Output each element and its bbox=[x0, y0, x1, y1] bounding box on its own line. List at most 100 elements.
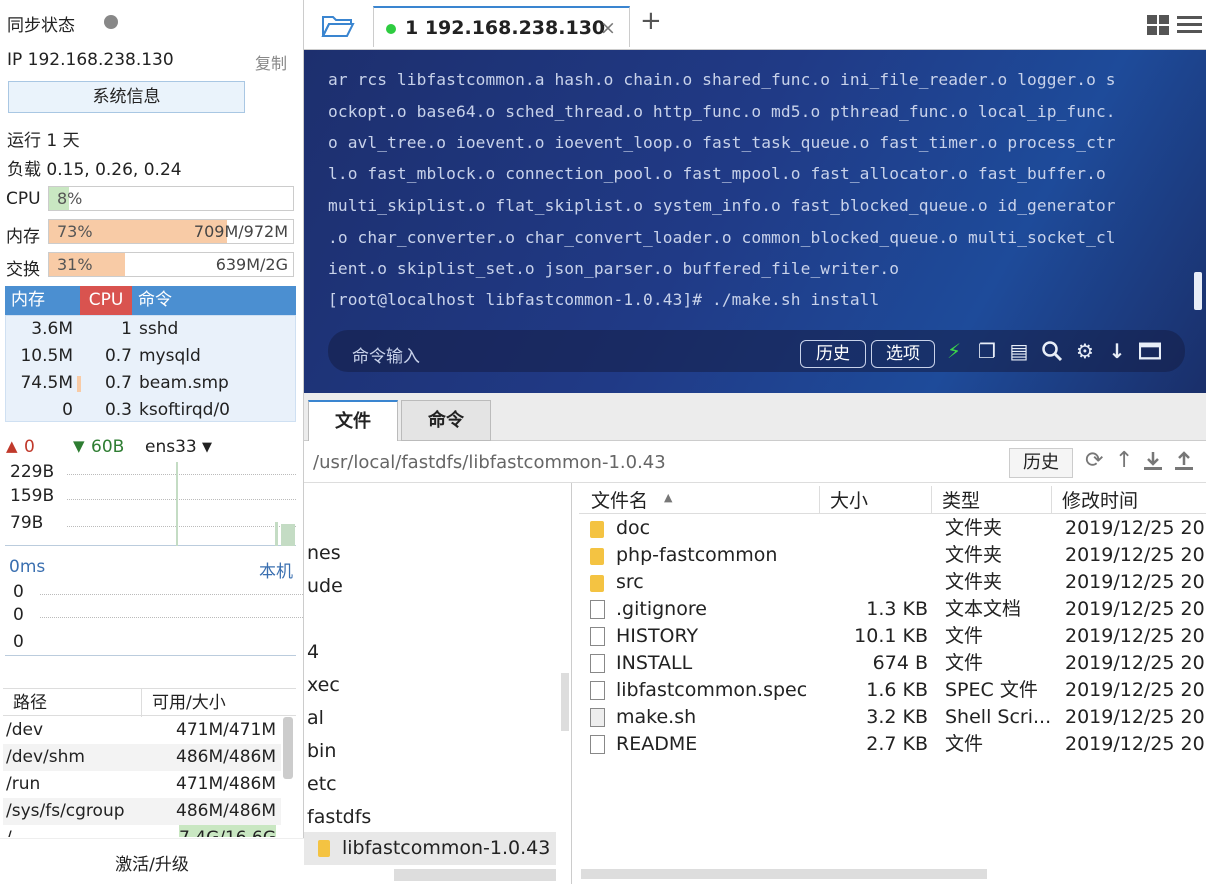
add-tab-button[interactable]: + bbox=[640, 6, 662, 36]
table-row[interactable]: /run 471M/486M bbox=[3, 771, 281, 798]
command-input-bar[interactable]: 命令输入 历史 选项 ⚡ ❐ ▤ ⚙ ↓ bbox=[328, 330, 1185, 372]
history-button[interactable]: 历史 bbox=[800, 340, 866, 368]
tree-item[interactable]: 4 bbox=[307, 641, 319, 663]
table-row[interactable]: 10.5M 0.7 mysqld bbox=[6, 343, 297, 370]
file-row[interactable]: INSTALL 674 B 文件 2019/12/25 20 bbox=[579, 650, 1206, 677]
file-row[interactable]: doc 文件夹 2019/12/25 20 bbox=[579, 515, 1206, 542]
disk-path: /dev bbox=[6, 720, 44, 740]
fullscreen-icon[interactable] bbox=[1139, 340, 1161, 362]
path-history-button[interactable]: 历史 bbox=[1009, 448, 1073, 478]
latency-scale: 0 bbox=[13, 632, 24, 652]
net-scale-label: 79B bbox=[10, 513, 44, 533]
file-name: libfastcommon.spec bbox=[616, 679, 808, 701]
options-button[interactable]: 选项 bbox=[871, 340, 935, 368]
activate-upgrade-button[interactable]: 激活/升级 bbox=[0, 838, 304, 884]
copy-icon[interactable]: ❐ bbox=[976, 340, 998, 362]
proc-header-cpu[interactable]: CPU bbox=[80, 286, 132, 315]
refresh-icon[interactable]: ⟳ bbox=[1085, 448, 1103, 473]
uptime: 运行 1 天 bbox=[7, 131, 80, 151]
file-row[interactable]: make.sh 3.2 KB Shell Scri... 2019/12/25 20 bbox=[579, 704, 1206, 731]
tree-item[interactable]: nes bbox=[307, 542, 341, 564]
network-interface-select[interactable]: ens33 bbox=[145, 437, 197, 457]
tree-item[interactable]: etc bbox=[307, 773, 337, 795]
file-type: 文件夹 bbox=[945, 571, 1003, 593]
file-row[interactable]: README 2.7 KB 文件 2019/12/25 20 bbox=[579, 731, 1206, 758]
arrow-up-icon: ▲ bbox=[6, 437, 18, 455]
tree-item[interactable]: xec bbox=[307, 674, 340, 696]
upload-icon[interactable] bbox=[1173, 450, 1195, 472]
memory-label: 内存 bbox=[6, 227, 40, 247]
splitter-handle[interactable] bbox=[561, 673, 569, 731]
file-name: src bbox=[616, 571, 644, 593]
col-type[interactable]: 类型 bbox=[931, 486, 980, 513]
table-row[interactable]: /sys/fs/cgroup 486M/486M bbox=[3, 798, 281, 825]
disk-header-size[interactable]: 可用/大小 bbox=[141, 689, 226, 717]
arrow-up-icon[interactable]: ↑ bbox=[1115, 448, 1133, 473]
copy-ip-button[interactable]: 复制 bbox=[255, 50, 287, 74]
file-size: 674 B bbox=[872, 652, 928, 674]
disk-scrollbar[interactable] bbox=[283, 717, 293, 779]
disk-header-path[interactable]: 路径 bbox=[13, 689, 47, 717]
file-list-scrollbar[interactable] bbox=[581, 869, 987, 879]
terminal-scrollbar[interactable] bbox=[1194, 272, 1202, 310]
table-row[interactable]: 3.6M 1 sshd bbox=[6, 316, 297, 343]
grid-layout-icon[interactable] bbox=[1147, 15, 1169, 35]
file-name: README bbox=[616, 733, 698, 755]
col-filename[interactable]: 文件名 bbox=[591, 486, 648, 513]
table-row[interactable]: / 7.4G/16.6G bbox=[3, 825, 281, 837]
file-list-header: 文件名 ▲ 大小 类型 修改时间 bbox=[579, 483, 1206, 514]
lightning-icon[interactable]: ⚡ bbox=[943, 340, 965, 362]
file-size: 1.3 KB bbox=[866, 598, 928, 620]
table-row[interactable]: /dev 471M/471M bbox=[3, 717, 281, 744]
table-row[interactable]: 0 0.3 ksoftirqd/0 bbox=[6, 397, 297, 424]
proc-header-memory[interactable]: 内存 bbox=[11, 286, 45, 315]
file-row[interactable]: .gitignore 1.3 KB 文本文档 2019/12/25 20 bbox=[579, 596, 1206, 623]
system-info-button[interactable]: 系统信息 bbox=[8, 81, 245, 113]
folder-icon bbox=[590, 521, 604, 538]
grid-line bbox=[40, 617, 303, 618]
tree-item[interactable]: al bbox=[307, 707, 324, 729]
file-type: Shell Scri... bbox=[945, 706, 1052, 728]
table-row[interactable]: /dev/shm 486M/486M bbox=[3, 744, 281, 771]
file-row[interactable]: php-fastcommon 文件夹 2019/12/25 20 bbox=[579, 542, 1206, 569]
paste-icon[interactable]: ▤ bbox=[1008, 340, 1030, 362]
terminal-output[interactable]: ar rcs libfastcommon.a hash.o chain.o sh… bbox=[304, 50, 1206, 393]
process-table-header: 内存 CPU 命令 bbox=[5, 286, 296, 315]
chevron-down-icon[interactable]: ▼ bbox=[202, 440, 212, 455]
menu-icon[interactable] bbox=[1177, 15, 1202, 35]
file-row[interactable]: src 文件夹 2019/12/25 20 bbox=[579, 569, 1206, 596]
disk-size: 486M/486M bbox=[176, 747, 276, 767]
tab-session-1[interactable]: 1 192.168.238.130 × bbox=[373, 6, 630, 47]
latency-host[interactable]: 本机 bbox=[259, 557, 293, 582]
file-row[interactable]: libfastcommon.spec 1.6 KB SPEC 文件 2019/12/2… bbox=[579, 677, 1206, 704]
download-icon[interactable] bbox=[1142, 450, 1164, 472]
folder-icon bbox=[318, 840, 330, 857]
tab-files[interactable]: 文件 bbox=[308, 400, 398, 441]
tree-scrollbar[interactable] bbox=[394, 869, 556, 881]
session-tab-bar: 1 192.168.238.130 × + bbox=[304, 0, 1206, 50]
gear-icon[interactable]: ⚙ bbox=[1074, 340, 1096, 362]
memory-meter: 73% 709M/972M bbox=[48, 219, 294, 244]
process-table: 3.6M 1 sshd 10.5M 0.7 mysqld 74.5M 0.7 b… bbox=[5, 315, 296, 422]
ip-address: IP 192.168.238.130 bbox=[7, 50, 174, 70]
arrow-down-icon[interactable]: ↓ bbox=[1106, 340, 1128, 362]
file-icon bbox=[590, 735, 605, 754]
col-size[interactable]: 大小 bbox=[819, 486, 868, 513]
search-icon[interactable] bbox=[1041, 340, 1063, 362]
close-icon[interactable]: × bbox=[600, 8, 616, 48]
table-row[interactable]: 74.5M 0.7 beam.smp bbox=[6, 370, 297, 397]
col-modified[interactable]: 修改时间 bbox=[1051, 486, 1138, 513]
file-row[interactable]: HISTORY 10.1 KB 文件 2019/12/25 20 bbox=[579, 623, 1206, 650]
terminal-line: .o char_converter.o char_convert_loader.… bbox=[328, 228, 1116, 247]
folder-open-icon[interactable] bbox=[321, 13, 355, 39]
tab-commands[interactable]: 命令 bbox=[401, 400, 491, 441]
disk-path: / bbox=[6, 825, 12, 837]
grid-line bbox=[67, 474, 296, 475]
tree-item[interactable]: fastdfs bbox=[307, 806, 371, 828]
current-path[interactable]: /usr/local/fastdfs/libfastcommon-1.0.43 bbox=[313, 452, 666, 473]
proc-header-command[interactable]: 命令 bbox=[138, 286, 172, 315]
tree-item[interactable]: ude bbox=[307, 575, 343, 597]
tree-item-selected[interactable]: libfastcommon-1.0.43 bbox=[304, 832, 556, 865]
tree-item[interactable]: bin bbox=[307, 740, 336, 762]
command-input[interactable]: 命令输入 bbox=[352, 342, 420, 367]
